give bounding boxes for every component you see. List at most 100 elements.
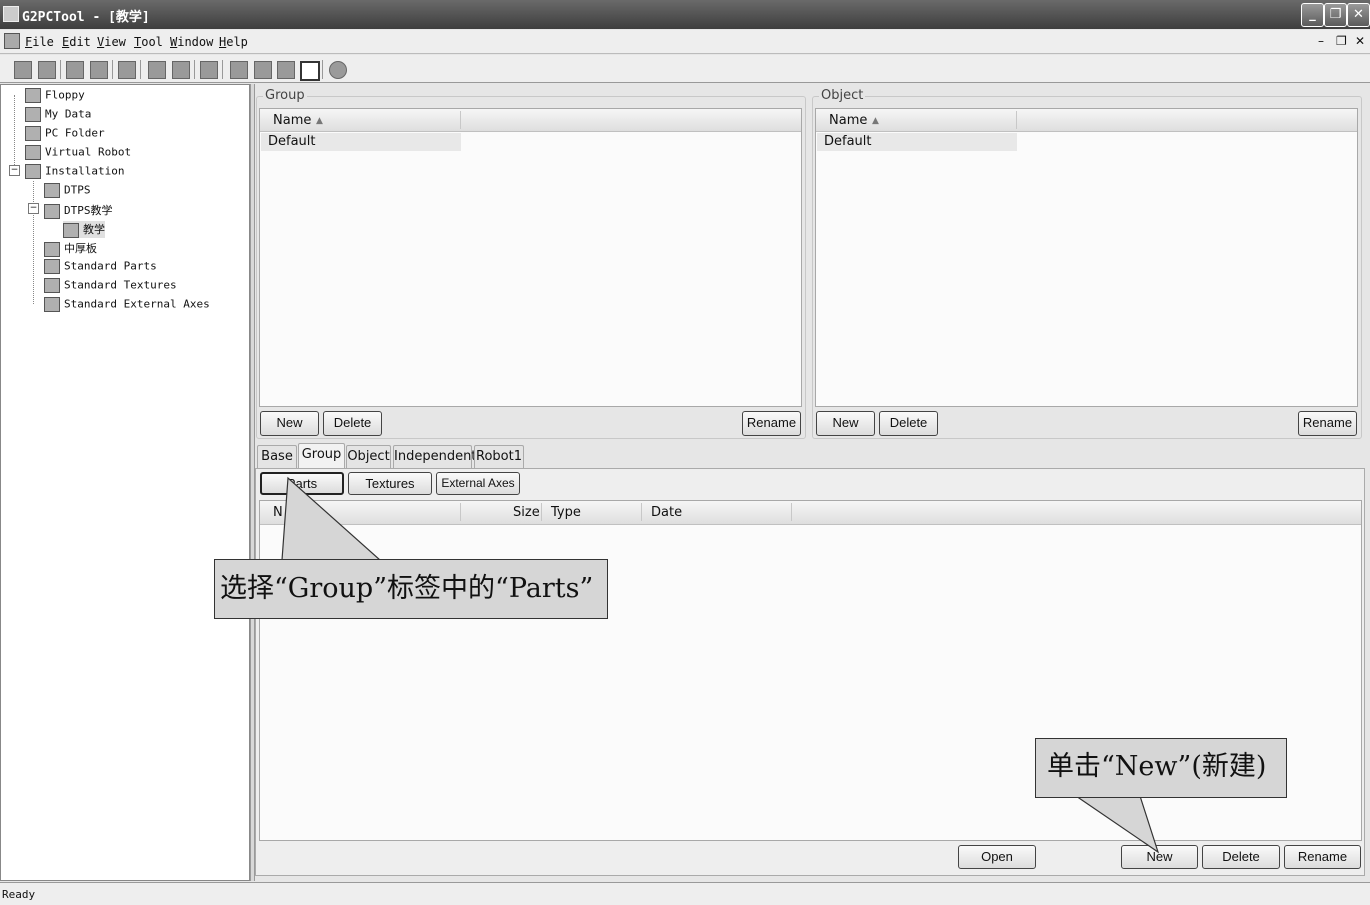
tree-node-label: PC Folder [45, 126, 105, 140]
collapse-icon[interactable]: − [28, 203, 39, 214]
tree-node-label: 教学 [83, 223, 105, 236]
delete-button[interactable]: Delete [1202, 845, 1280, 869]
group-list[interactable]: Name ▲ Default [259, 108, 802, 407]
close-button[interactable]: ✕ [1347, 3, 1370, 27]
tab-independent[interactable]: Independent [393, 445, 476, 468]
axes-icon [44, 297, 60, 312]
mdi-close-icon[interactable]: ✕ [1355, 34, 1365, 48]
type-column-header[interactable]: Type [551, 505, 581, 520]
tree-node-dtps[interactable]: DTPS [44, 183, 91, 198]
large-icons-view-icon[interactable] [254, 61, 272, 79]
status-bar: Ready [0, 882, 1370, 905]
tree-node-thick-plate[interactable]: 中厚板 [44, 240, 97, 257]
object-row[interactable]: Default [817, 133, 1017, 151]
tree-node-label: 中厚板 [64, 242, 97, 255]
tree-node-my-data[interactable]: My Data [25, 107, 91, 122]
copy-icon[interactable] [148, 61, 166, 79]
menu-window[interactable]: Window [170, 35, 213, 49]
object-new-button[interactable]: New [816, 411, 875, 436]
details-view-icon[interactable] [300, 61, 320, 81]
robot-icon [25, 145, 41, 160]
column-separator [791, 503, 792, 521]
group-row[interactable]: Default [261, 133, 461, 151]
help-icon[interactable] [329, 61, 347, 79]
paste-icon[interactable] [172, 61, 190, 79]
tree-line [14, 95, 15, 171]
collapse-icon[interactable]: − [9, 165, 20, 176]
rename-button[interactable]: Rename [1284, 845, 1361, 869]
sort-ascending-icon: ▲ [872, 116, 879, 126]
tree-node-label: Virtual Robot [45, 145, 132, 159]
column-separator [460, 111, 461, 129]
package-icon [63, 222, 79, 238]
tab-object[interactable]: Object [346, 445, 391, 468]
toolbar-separator [194, 60, 195, 79]
menu-help[interactable]: Help [219, 35, 248, 49]
cut-icon[interactable] [118, 61, 136, 79]
tree-node-pc-folder[interactable]: PC Folder [25, 126, 105, 141]
column-separator [641, 503, 642, 521]
date-column-header[interactable]: Date [651, 505, 682, 520]
tree-node-teaching[interactable]: 教学 [63, 221, 105, 238]
parts-button[interactable]: Parts [260, 472, 344, 495]
mdi-minimize-icon[interactable]: – [1318, 34, 1324, 48]
tree-node-virtual-robot[interactable]: Virtual Robot [25, 145, 131, 160]
tab-base[interactable]: Base [257, 445, 297, 468]
list-view-icon[interactable] [277, 61, 295, 79]
group-rename-button[interactable]: Rename [742, 411, 801, 436]
name-column-header[interactable]: Name [273, 113, 311, 128]
menu-view[interactable]: View [97, 35, 126, 49]
my-data-icon [25, 107, 41, 122]
name-column-header[interactable]: Name [829, 113, 867, 128]
group-list-header: Name ▲ [260, 109, 801, 132]
object-delete-button[interactable]: Delete [879, 411, 938, 436]
tree-node-label: Standard Parts [64, 259, 157, 273]
tree-node-label: Installation [45, 164, 125, 178]
new-button[interactable]: New [1121, 845, 1198, 869]
object-panel-legend: Object [819, 88, 866, 103]
rename-icon[interactable] [230, 61, 248, 79]
minimize-button[interactable]: _ [1301, 3, 1324, 27]
tree-node-standard-textures[interactable]: Standard Textures [44, 278, 177, 293]
group-delete-button[interactable]: Delete [323, 411, 382, 436]
textures-button[interactable]: Textures [348, 472, 432, 495]
tree-node-label: Floppy [45, 88, 85, 102]
open-folder-icon[interactable] [66, 61, 84, 79]
floppy-icon [25, 88, 41, 103]
object-list-header: Name ▲ [816, 109, 1357, 132]
name-column-header[interactable]: N [273, 505, 283, 520]
app-icon [3, 6, 19, 22]
open-button[interactable]: Open [958, 845, 1036, 869]
tree-node-standard-external-axes[interactable]: Standard External Axes [44, 297, 210, 312]
new-file-icon[interactable] [14, 61, 32, 79]
menu-bar: File Edit View Tool Window Help – ❐ ✕ [0, 30, 1370, 54]
tree-node-standard-parts[interactable]: Standard Parts [44, 259, 157, 274]
tree-node-label: DTPS教学 [64, 204, 113, 217]
tree-node-label: Standard External Axes [64, 297, 210, 311]
delete-icon[interactable] [200, 61, 218, 79]
save-icon[interactable] [38, 61, 56, 79]
document-icon [4, 33, 20, 49]
tree-node-installation[interactable]: Installation [25, 164, 124, 179]
tree-line [33, 181, 34, 304]
menu-tool[interactable]: Tool [134, 35, 163, 49]
package-icon [44, 241, 60, 257]
tree-node-dtps-teaching[interactable]: DTPS教学 [44, 202, 113, 219]
toolbar-separator [322, 60, 323, 79]
menu-file[interactable]: File [25, 35, 54, 49]
tree-node-floppy[interactable]: Floppy [25, 88, 85, 103]
external-axes-button[interactable]: External Axes [436, 472, 520, 495]
tab-robot1[interactable]: Robot1 [474, 445, 524, 468]
folder-icon[interactable] [90, 61, 108, 79]
restore-button[interactable]: ❐ [1324, 3, 1347, 27]
tab-group[interactable]: Group [298, 443, 345, 469]
size-column-header[interactable]: Size [513, 505, 540, 520]
object-list[interactable]: Name ▲ Default [815, 108, 1358, 407]
group-new-button[interactable]: New [260, 411, 319, 436]
toolbar-separator [140, 60, 141, 79]
tree-node-label: DTPS [64, 183, 91, 197]
mdi-restore-icon[interactable]: ❐ [1336, 34, 1347, 48]
menu-edit[interactable]: Edit [62, 35, 91, 49]
object-rename-button[interactable]: Rename [1298, 411, 1357, 436]
parts-icon [44, 259, 60, 274]
